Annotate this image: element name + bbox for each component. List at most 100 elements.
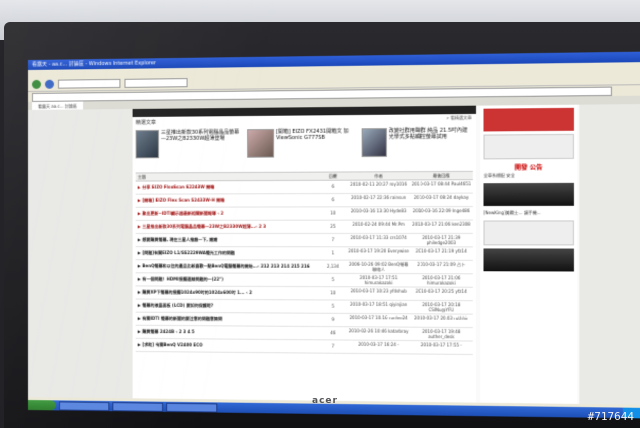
author-info: 2010-02-17 22:36 rainsun xyxy=(347,194,409,206)
last-reply-info: 2010-03-17 17:55 - xyxy=(410,341,473,354)
table-row[interactable]: ▶ 聚出更新~IDTI顯示器最新相關新聞報導 ‹ 2 10 2010-03-16 1… xyxy=(136,207,473,221)
article-title[interactable]: 三星推出新款30系列電腦晶品螢幕—23W之B2330W超薄登場 xyxy=(161,129,243,168)
article-thumbnail[interactable] xyxy=(136,130,159,158)
author-info: 2010-02-11 20:27 roy1016 xyxy=(347,180,409,193)
table-rows: ▶ 分享 EIZO FlexScan S2243W 開箱 6 2010-02-11 … xyxy=(136,180,473,355)
reply-count: 6 xyxy=(319,181,348,193)
thread-title[interactable]: ▶ [開箱] EIZO Flex Scan S2433W-H 開箱 xyxy=(136,194,319,207)
sidebar-ad[interactable] xyxy=(483,248,573,271)
last-reply-info: 2010-03-17 20:25 yfz14 xyxy=(410,288,473,301)
car-ad[interactable] xyxy=(483,183,573,206)
reply-count: 6 xyxy=(319,194,348,206)
promo-text[interactable]: 全車系標配 安全 xyxy=(480,171,577,180)
author-info: 2010-03-17 11:33 crs1074 xyxy=(347,234,409,246)
reply-count: 5 xyxy=(319,274,348,286)
sidebar-ad[interactable] xyxy=(483,134,573,160)
featured-articles: 三星推出新款30系列電腦晶品螢幕—23W之B2330W超薄登場 [開箱] EIZ… xyxy=(133,125,476,170)
photo-watermark: #717644 xyxy=(588,410,634,423)
featured-more-link[interactable]: » 看精選文章 xyxy=(446,115,471,121)
author-info: 2010-03-17 10:23 yfdshub xyxy=(347,287,409,300)
reply-count: 1 xyxy=(319,247,348,259)
last-reply-info: 2010-03-17 20:03 ruthhir xyxy=(410,314,473,327)
web-page: 精選文章 » 看精選文章 三星推出新款30系列電腦晶品螢幕—23W之B2330W… xyxy=(28,104,640,408)
author-info: 2010-03-17 10:16 runlee24 xyxy=(347,314,409,327)
last-reply-info: 2010-03-17 08:24 daykay xyxy=(410,194,473,207)
thread-title[interactable]: ▶ 購買螢幕 2424B ‹ 2 3 4 5 xyxy=(136,326,319,340)
last-reply-info: 2010-03-17 19:48 auther_desk xyxy=(410,328,473,341)
header-replies: 回覆 xyxy=(319,172,348,179)
article-title[interactable]: [開箱] EIZO FX2431開箱文 加 ViewSonic G777SB xyxy=(276,128,357,167)
last-reply-info: 2010-03-17 21:06 ken2308 xyxy=(410,221,473,233)
thread-title[interactable]: ▶ 想要購買螢幕, 現在三星人推誰一下, 謝謝 xyxy=(136,234,319,246)
forward-icon[interactable] xyxy=(45,80,54,89)
taskbar-item[interactable] xyxy=(59,401,109,411)
featured-article[interactable]: 改變社群用聲群 純品 21.5吋內建光學式多點觸控螢幕試用 xyxy=(361,127,473,167)
table-row[interactable]: ▶ [問題]有關EIZO L1/SS2229WA螢光工作的問題 1 2010-03-… xyxy=(136,247,473,261)
right-sidebar: 開發 公告 全車系標配 安全 [NewKing]美戰士... 讓手機... xyxy=(480,105,577,407)
article-thumbnail[interactable] xyxy=(361,128,386,157)
promo-heading[interactable]: 開發 公告 xyxy=(480,162,577,172)
last-reply-info: 2010-03-17 21:09 占卜 xyxy=(410,261,473,274)
search-field[interactable] xyxy=(124,78,187,88)
author-info: 2010-03-16 13:30 Hyde83 xyxy=(347,207,409,219)
reply-count: 2,134 xyxy=(319,261,348,273)
thread-title[interactable]: ▶ [求助] 有關BenQ V2400 ECO xyxy=(136,339,319,353)
thread-title[interactable]: ▶ 有關IDTI 螢幕的新聞的要注意的問題意詢問 xyxy=(136,313,319,326)
forum-content: 精選文章 » 看精選文章 三星推出新款30系列電腦晶品螢幕—23W之B2330W… xyxy=(133,106,476,406)
reply-count: 25 xyxy=(319,221,348,233)
author-info: 2010-03-17 17:51 himurakazoki xyxy=(347,274,409,287)
back-icon[interactable] xyxy=(32,80,41,89)
table-row[interactable]: ▶ 三星推出新款30系列電腦晶品螢幕—23W之B2330W超薄...‹ 2 3 2… xyxy=(136,221,473,234)
thread-title[interactable]: ▶ 三星推出新款30系列電腦晶品螢幕—23W之B2330W超薄...‹ 2 3 xyxy=(136,221,319,233)
featured-article[interactable]: [開箱] EIZO FX2431開箱文 加 ViewSonic G777SB xyxy=(247,128,357,168)
featured-article[interactable]: 三星推出新款30系列電腦晶品螢幕—23W之B2330W超薄登場 xyxy=(136,129,244,168)
reply-count: 9 xyxy=(319,314,348,326)
header-author: 作者 xyxy=(347,172,409,179)
author-info: 2006-10-26 09:02 BenQ螢幕聯絡人 xyxy=(347,261,409,273)
reply-count: 5 xyxy=(319,300,348,312)
reply-count: 7 xyxy=(319,340,348,353)
taskbar-item[interactable] xyxy=(166,402,217,412)
last-reply-info: 2010-03-17 21:39 philedge2003 xyxy=(410,234,473,246)
address-field[interactable] xyxy=(58,79,120,89)
last-reply-info: 2010-03-16 22:09 Inge486 xyxy=(410,207,473,219)
header-last-reply: 最後回應 xyxy=(410,172,473,180)
author-info: 2010-03-17 16:24 - xyxy=(347,341,409,354)
table-row[interactable]: ▶ 想要購買螢幕, 現在三星人推誰一下, 謝謝 7 2010-03-17 11:33… xyxy=(136,234,473,247)
page-left-margin xyxy=(28,109,133,401)
start-button[interactable] xyxy=(28,400,56,410)
table-row[interactable]: ▶ 有一個問題！HDMI接觸連線問題的一(22") 5 2010-03-17 17:… xyxy=(136,273,473,287)
thread-title[interactable]: ▶ BenQ螢幕和以往的產品比較喜歡一點BenQ電腦螢幕的開始...‹ 212 … xyxy=(136,260,319,273)
last-reply-info: 2010-03-17 21:06 himurakazoki xyxy=(410,274,473,287)
thread-title[interactable]: ▶ 有一個問題！HDMI接觸連線問題的一(22") xyxy=(136,273,319,286)
article-thumbnail[interactable] xyxy=(247,129,274,158)
reply-count: 10 xyxy=(319,287,348,299)
thread-title[interactable]: ▶ 螢幕的液晶面板 (LCD) 要如何保護呢? xyxy=(136,300,319,313)
monitor-screen: 看露天 - aa.c... 討論區 - Windows Internet Exp… xyxy=(28,51,640,418)
page-right-margin xyxy=(579,104,640,408)
monitor-logo: acer xyxy=(312,396,338,406)
thread-title[interactable]: ▶ 聚出更新~IDTI顯示器最新相關新聞報導 ‹ 2 xyxy=(136,207,319,219)
header-topic: 主題 xyxy=(136,173,319,181)
thread-title[interactable]: ▶ 分享 EIZO FlexScan S2243W 開箱 xyxy=(136,181,319,194)
table-row[interactable]: ▶ BenQ螢幕和以往的產品比較喜歡一點BenQ電腦螢幕的開始...‹ 212 … xyxy=(136,260,473,274)
last-reply-info: 2010-03-17 08:44 Paul4651 xyxy=(410,180,473,193)
article-title[interactable]: 改變社群用聲群 純品 21.5吋內建光學式多點觸控螢幕試用 xyxy=(389,127,473,167)
last-reply-info: 2010-03-17 21:19 yfz14 xyxy=(410,247,473,259)
sidebar-ad[interactable] xyxy=(483,220,573,245)
sidebar-ad[interactable] xyxy=(483,108,573,132)
table-row[interactable]: ▶ 分享 EIZO FlexScan S2243W 開箱 6 2010-02-11 … xyxy=(136,180,473,194)
author-info: 2010-02-24 09:44 Mr.Pm xyxy=(347,221,409,233)
promo-text[interactable]: [NewKing]美戰士... 讓手機... xyxy=(480,209,577,217)
author-info: 2010-03-17 19:20 Everywise xyxy=(347,247,409,259)
reply-count: 46 xyxy=(319,327,348,340)
taskbar-item[interactable] xyxy=(112,402,163,412)
thread-table: 主題 回覆 作者 最後回應 ▶ 分享 EIZO FlexScan S2243W … xyxy=(136,171,473,355)
last-reply-info: 2010-03-17 20:18 CSINu@YFU xyxy=(410,301,473,314)
table-row[interactable]: ▶ [開箱] EIZO Flex Scan S2433W-H 開箱 6 2010-0… xyxy=(136,194,473,208)
thread-title[interactable]: ▶ 購買XP下螢幕的接觸1024x90吋的1024x600吋 1... ‹ 2 xyxy=(136,286,319,299)
thread-title[interactable]: ▶ [問題]有關EIZO L1/SS2229WA螢光工作的問題 xyxy=(136,247,319,259)
monitor-bezel: 看露天 - aa.c... 討論區 - Windows Internet Exp… xyxy=(4,22,640,428)
author-info: 2010-03-17 18:51 qiyinjian xyxy=(347,301,409,314)
table-row[interactable]: ▶ [求助] 有關BenQ V2400 ECO 7 2010-03-17 16:24… xyxy=(136,339,473,355)
